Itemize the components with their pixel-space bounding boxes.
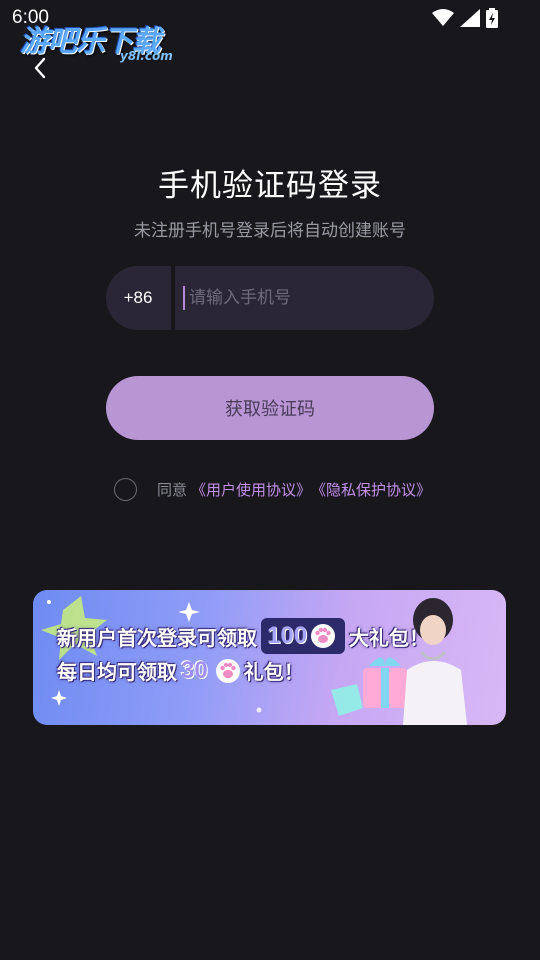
phone-input-row: +86 bbox=[106, 266, 434, 330]
paw-icon bbox=[311, 624, 336, 648]
user-agreement-link[interactable]: 《用户使用协议》 bbox=[191, 479, 311, 500]
phone-input[interactable] bbox=[175, 266, 434, 330]
promo-line1-prefix: 新用户首次登录可领取 bbox=[57, 625, 257, 650]
promo-line1-number: 100 bbox=[267, 622, 308, 649]
promo-line-1: 新用户首次登录可领取 100 大礼包！ bbox=[57, 618, 429, 654]
chevron-left-icon bbox=[34, 57, 46, 79]
status-icons bbox=[432, 8, 498, 32]
page-subtitle: 未注册手机号登录后将自动创建账号 bbox=[134, 221, 406, 241]
privacy-policy-link[interactable]: 《隐私保护协议》 bbox=[311, 479, 431, 500]
wifi-icon bbox=[432, 9, 454, 31]
get-code-button[interactable]: 获取验证码 bbox=[106, 376, 434, 440]
promo-line-2: 每日均可领取 30 礼包！ bbox=[57, 656, 304, 685]
battery-icon bbox=[486, 8, 498, 32]
agree-checkbox[interactable] bbox=[114, 477, 137, 501]
text-caret bbox=[183, 286, 185, 310]
paw-icon bbox=[215, 658, 240, 683]
back-button[interactable] bbox=[24, 52, 56, 84]
country-code-selector[interactable]: +86 bbox=[106, 266, 170, 330]
promo-number-box: 100 bbox=[261, 618, 346, 654]
agree-label: 同意 bbox=[157, 480, 188, 499]
watermark-subtitle: y8l.com bbox=[120, 49, 173, 63]
promo-line2-prefix: 每日均可领取 bbox=[57, 660, 177, 684]
signal-icon bbox=[460, 9, 480, 31]
promo-line2-suffix: 礼包！ bbox=[243, 660, 304, 684]
page-title: 手机验证码登录 bbox=[158, 168, 382, 204]
promo-line1-suffix: 大礼包！ bbox=[349, 625, 430, 650]
promo-line2-number: 30 bbox=[181, 656, 208, 684]
agreement-row: 同意 《用户使用协议》 《隐私保护协议》 bbox=[114, 477, 431, 501]
promo-banner[interactable]: 新用户首次登录可领取 100 大礼包！ 每日均可领取 30 礼包！ bbox=[33, 590, 506, 725]
